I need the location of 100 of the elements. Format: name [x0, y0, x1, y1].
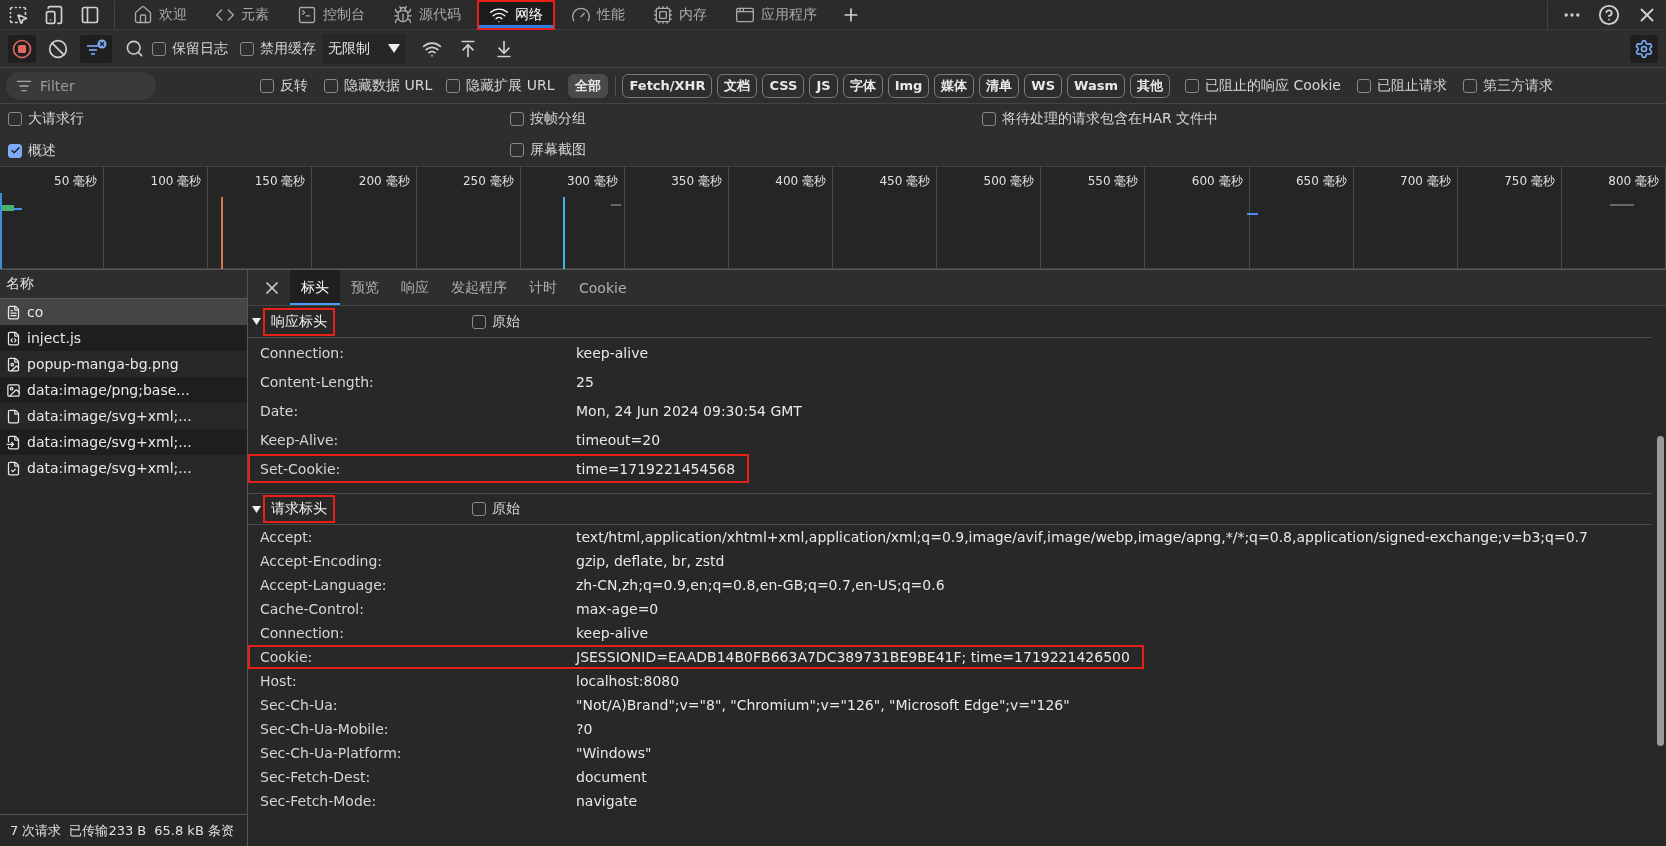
- code-file-icon: [6, 330, 21, 346]
- checkbox-label[interactable]: 概述: [8, 141, 56, 160]
- checkbox-label[interactable]: 将待处理的请求包含在HAR 文件中: [982, 110, 1219, 128]
- document-icon: [6, 304, 21, 320]
- checkbox-label[interactable]: 原始: [472, 312, 520, 331]
- detail-tab[interactable]: 响应: [390, 270, 440, 305]
- type-filter-chip[interactable]: Fetch/XHR: [622, 73, 713, 98]
- checkbox-label[interactable]: 已阻止的响应 Cookie: [1184, 76, 1341, 95]
- header-name: Cache-Control:: [260, 601, 365, 617]
- type-filter-chip[interactable]: 字体: [842, 73, 883, 98]
- checkbox-label[interactable]: 大请求行: [8, 110, 84, 128]
- image-icon: [6, 382, 21, 398]
- header-value: ?0: [576, 721, 593, 737]
- timeline-tick: 250 毫秒: [462, 173, 514, 190]
- checkbox-label[interactable]: 隐藏数据 URL: [324, 76, 433, 95]
- header-name: Set-Cookie:: [260, 460, 342, 477]
- checkbox-label[interactable]: 保留日志: [152, 39, 228, 58]
- timeline-tick: 50 毫秒: [54, 173, 98, 190]
- type-filter-chip[interactable]: 媒体: [934, 73, 975, 98]
- header-name: Accept-Language:: [260, 577, 388, 593]
- type-filter-chip[interactable]: Wasm: [1067, 73, 1125, 98]
- request-row[interactable]: data:image/png;base...: [0, 377, 247, 403]
- triangle-icon: [252, 317, 261, 326]
- caret-icon: [388, 43, 400, 54]
- timeline-tick: 450 毫秒: [879, 173, 931, 190]
- panel-tab[interactable]: 网络: [477, 0, 555, 30]
- header-value: max-age=0: [576, 601, 659, 617]
- type-filter-chip[interactable]: 全部: [568, 73, 609, 98]
- header-value: timeout=20: [576, 431, 661, 448]
- type-filter-chip[interactable]: JS: [809, 73, 838, 98]
- checkbox-label[interactable]: 已阻止请求: [1356, 76, 1447, 95]
- panel-tab[interactable]: 源代码: [381, 0, 473, 30]
- checkbox-label[interactable]: 隐藏扩展 URL: [446, 76, 555, 95]
- panel-tab[interactable]: 控制台: [285, 0, 377, 30]
- file-icon: [6, 408, 21, 424]
- header-name: Sec-Fetch-Dest:: [260, 769, 372, 785]
- check-icon: [9, 145, 21, 156]
- checkbox-label[interactable]: 屏幕截图: [510, 141, 586, 159]
- header-name: Connection:: [260, 625, 345, 641]
- settings-icon[interactable]: [1630, 34, 1658, 63]
- panel-tab[interactable]: 元素: [203, 0, 281, 30]
- timeline-tick: 200 毫秒: [358, 173, 410, 190]
- timeline-tick: 650 毫秒: [1295, 173, 1347, 190]
- detail-tab[interactable]: 计时: [518, 270, 568, 305]
- image-file-icon: [6, 356, 21, 372]
- file-arrow-icon: [6, 434, 21, 450]
- type-filter-chip[interactable]: WS: [1024, 73, 1063, 98]
- header-name: Sec-Ch-Ua:: [260, 697, 339, 713]
- type-filter-chip[interactable]: Img: [887, 73, 930, 98]
- type-filter-chip[interactable]: CSS: [762, 73, 805, 98]
- detail-tab[interactable]: 预览: [340, 270, 390, 305]
- chip-icon: [653, 4, 673, 25]
- scrollbar-thumb[interactable]: [1657, 436, 1664, 746]
- type-filter-chip[interactable]: 清单: [979, 73, 1020, 98]
- checkbox-label[interactable]: 禁用缓存: [240, 39, 316, 58]
- timeline-tick: 100 毫秒: [150, 173, 202, 190]
- file-check-icon: [6, 460, 21, 476]
- triangle-icon: [252, 504, 261, 514]
- timeline-tick: 750 毫秒: [1504, 173, 1555, 190]
- checkbox-label[interactable]: 第三方请求: [1462, 76, 1553, 95]
- timeline-tick: 500 毫秒: [983, 173, 1035, 190]
- header-value: JSESSIONID=EAADB14B0FB663A7DC389731BE9BE41F; time=1719221426500: [576, 649, 1130, 665]
- checkbox-label[interactable]: 按帧分组: [510, 110, 586, 128]
- detail-tab[interactable]: 标头: [290, 270, 340, 305]
- panel-tab[interactable]: 内存: [641, 0, 719, 30]
- header-name: Content-Length:: [260, 373, 375, 390]
- header-value: 25: [576, 373, 594, 390]
- header-value: keep-alive: [576, 344, 649, 361]
- filter-field[interactable]: Filter: [6, 71, 156, 100]
- header-value: Mon, 24 Jun 2024 09:30:54 GMT: [576, 402, 802, 419]
- record-icon[interactable]: [8, 34, 36, 63]
- request-row[interactable]: data:image/svg+xml;...: [0, 429, 247, 455]
- header-value: navigate: [576, 793, 638, 809]
- header-value: "Windows": [576, 745, 652, 761]
- header-value: time=1719221454568: [576, 460, 736, 477]
- panel-tab[interactable]: 欢迎: [121, 0, 199, 30]
- header-name: Accept:: [260, 529, 314, 545]
- request-row[interactable]: inject.js: [0, 325, 247, 351]
- header-name: Cookie:: [260, 649, 314, 665]
- type-filter-chip[interactable]: 文档: [717, 73, 758, 98]
- timeline-tick: 700 毫秒: [1400, 173, 1451, 190]
- header-name: Date:: [260, 402, 300, 419]
- request-row[interactable]: co: [0, 299, 247, 325]
- section-toggle[interactable]: 响应标头: [252, 307, 472, 336]
- detail-tab[interactable]: Cookie: [568, 270, 638, 305]
- type-filter-chip[interactable]: 其他: [1129, 73, 1170, 98]
- header-name: Sec-Ch-Ua-Platform:: [260, 745, 403, 761]
- filter-icon[interactable]: [80, 34, 112, 63]
- checkbox-label[interactable]: 反转: [260, 76, 308, 95]
- panel-tab[interactable]: 性能: [559, 0, 637, 30]
- header-value: text/html,application/xhtml+xml,application/xml;q=0.9,image/avif,image/webp,image/apng,*/*;q=0.8,application/signed-exchange;v=b3;q=0.7: [576, 529, 1588, 545]
- checkbox-label[interactable]: 原始: [472, 500, 520, 518]
- panel-tab[interactable]: 应用程序: [723, 0, 829, 30]
- header-name: Accept-Encoding:: [260, 553, 383, 569]
- throttling-select[interactable]: 无限制: [322, 33, 406, 64]
- header-value: localhost:8080: [576, 673, 680, 689]
- timeline-tick: 300 毫秒: [567, 173, 618, 190]
- header-value: document: [576, 769, 647, 785]
- detail-tab[interactable]: 发起程序: [440, 270, 518, 305]
- section-toggle[interactable]: 请求标头: [252, 495, 472, 523]
